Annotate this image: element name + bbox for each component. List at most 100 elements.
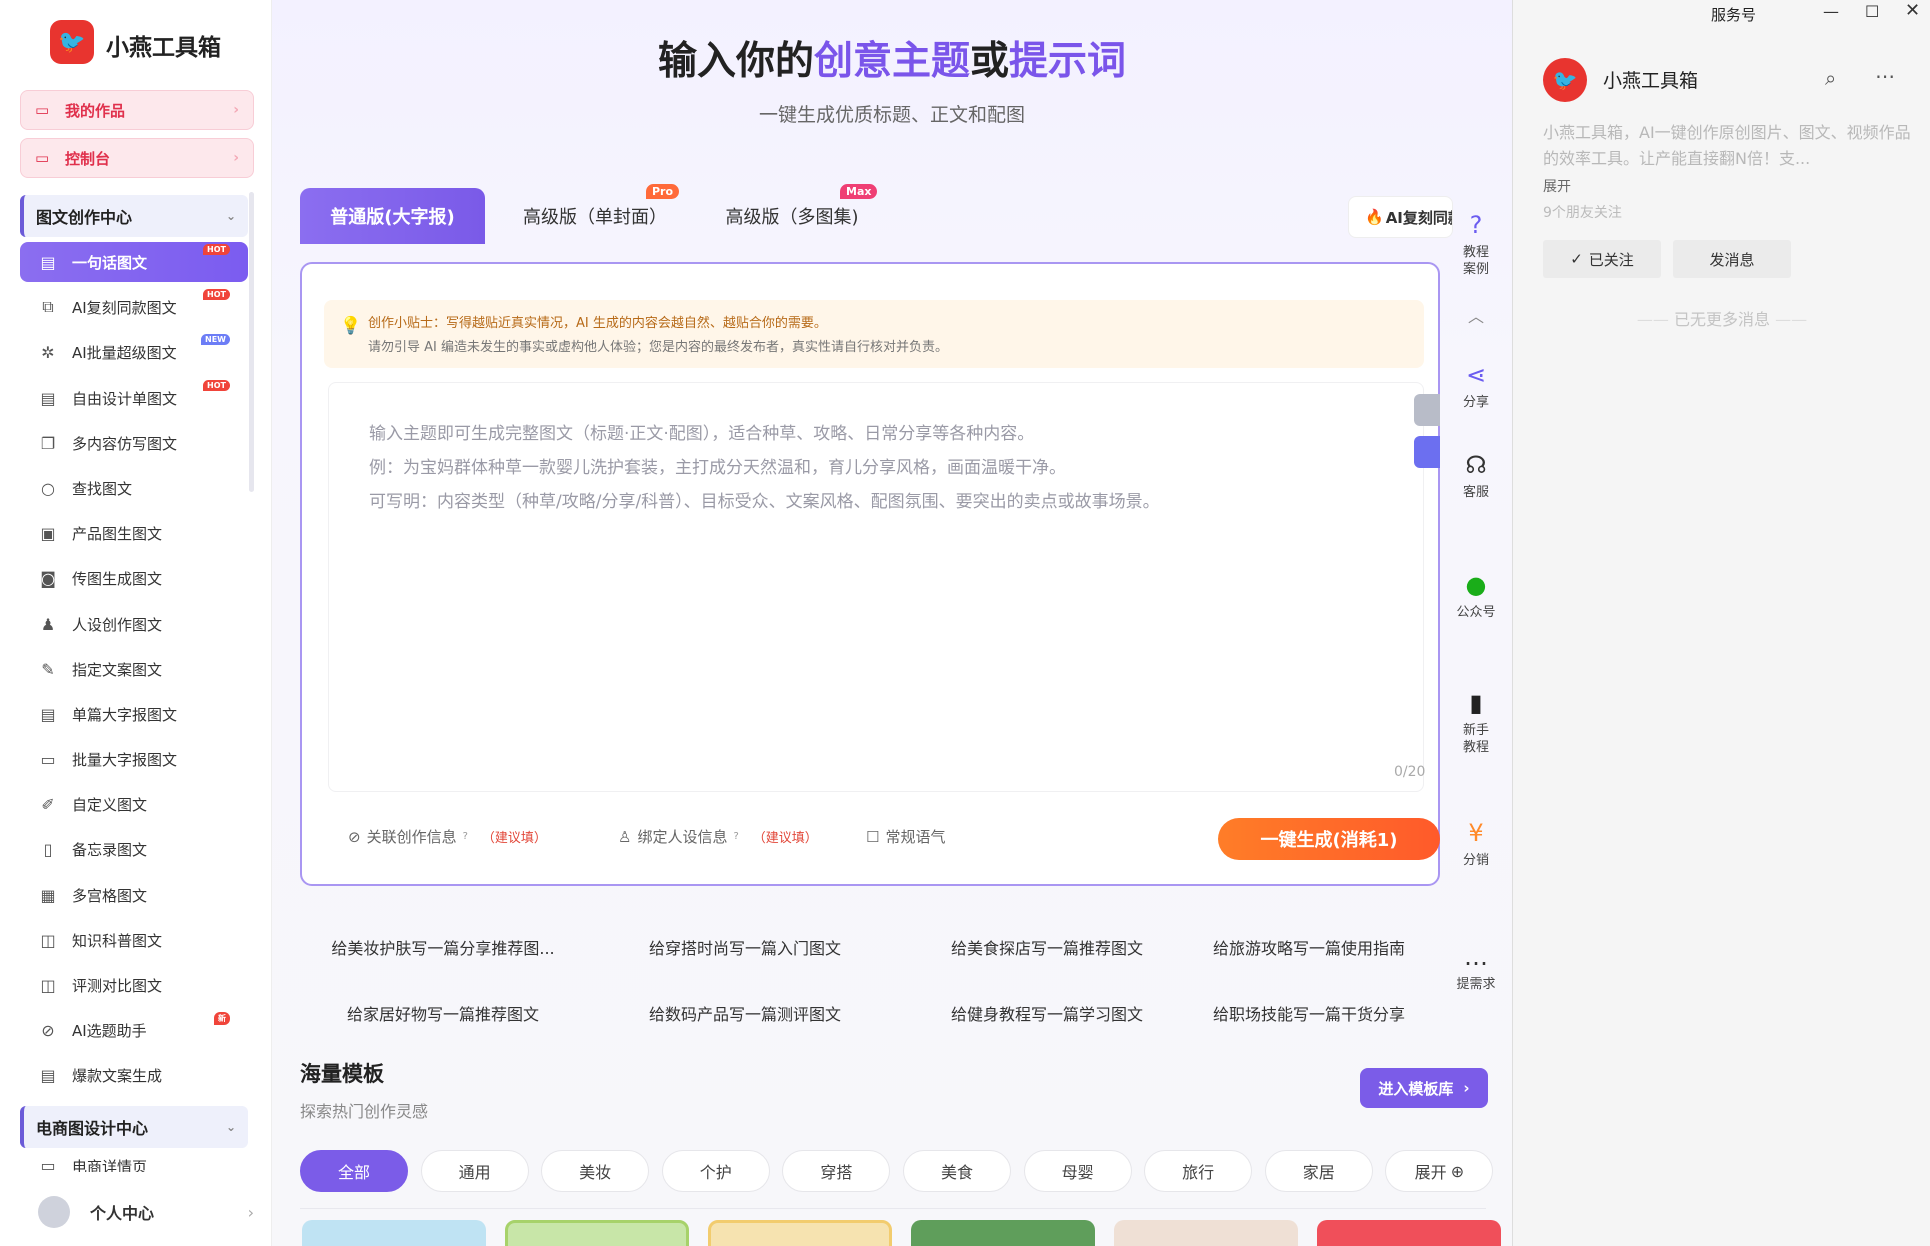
my-works-button[interactable]: ▭ 我的作品 › <box>20 90 254 130</box>
sidebar-item[interactable]: ▯ 备忘录图文 <box>20 829 248 869</box>
link-info-option[interactable]: ⊘ 关联创作信息 ? （建议填） <box>348 826 547 847</box>
category-chip[interactable]: 美食 <box>903 1150 1011 1192</box>
sidebar-item[interactable]: ⊘ AI选题助手 新 <box>20 1010 248 1050</box>
category-chip[interactable]: 家居 <box>1264 1150 1373 1192</box>
search-icon[interactable]: ⌕ <box>1825 66 1836 90</box>
maximize-icon[interactable]: ☐ <box>1865 2 1879 21</box>
tone-option[interactable]: ☐ 常规语气 <box>866 826 945 847</box>
category-chip[interactable]: 母婴 <box>1023 1150 1132 1192</box>
persona-option[interactable]: ♙ 绑定人设信息 ? （建议填） <box>618 826 818 847</box>
side-tool-button[interactable] <box>1414 394 1440 426</box>
sidebar-item-ecom-detail[interactable]: ▭ 电商详情页 <box>20 1156 248 1172</box>
sidebar-item[interactable]: ◫ 知识科普图文 <box>20 920 248 960</box>
followed-button[interactable]: ✓ 已关注 <box>1543 240 1661 278</box>
suggestion-chip[interactable]: 给职场技能写一篇干货分享 <box>1206 986 1412 1040</box>
item-badge: 新 <box>214 1012 230 1025</box>
rail-item[interactable]: ● 公众号 <box>1440 570 1512 621</box>
template-card[interactable] <box>1114 1220 1298 1246</box>
sidebar-item[interactable]: ○ 查找图文 <box>20 468 248 508</box>
send-message-button[interactable]: 发消息 <box>1673 240 1791 278</box>
template-card[interactable] <box>302 1220 486 1246</box>
lightbulb-icon: 💡 <box>340 316 362 336</box>
rail-label: 分享 <box>1462 395 1489 410</box>
enter-templates-button[interactable]: 进入模板库 › <box>1360 1068 1488 1108</box>
suggestion-chip[interactable]: 给穿搭时尚写一篇入门图文 <box>602 920 888 974</box>
divider <box>300 1208 1486 1209</box>
suggestion-chip[interactable]: 给数码产品写一篇测评图文 <box>602 986 888 1040</box>
option-label: 绑定人设信息 <box>637 828 728 846</box>
sidebar-item[interactable]: ▤ 自由设计单图文 HOT <box>20 378 248 418</box>
my-works-label: 我的作品 <box>65 101 126 120</box>
console-label: 控制台 <box>65 149 111 168</box>
rail-item[interactable]: ? 教程 案例 <box>1440 210 1512 278</box>
sidebar-item[interactable]: ✲ AI批量超级图文 NEW <box>20 332 248 372</box>
info-icon: ? <box>733 831 739 842</box>
ai-copy-button[interactable]: 🔥 AI复刻同款 <box>1348 196 1453 238</box>
template-card[interactable] <box>1317 1220 1501 1246</box>
section-ecom-center[interactable]: 电商图设计中心 ⌄ <box>20 1106 248 1148</box>
section-graphic-center[interactable]: 图文创作中心 ⌄ <box>20 195 248 237</box>
collapse-up-icon[interactable]: ︿ <box>1440 308 1512 325</box>
sidebar-item-label: 自由设计单图文 <box>72 389 178 408</box>
sidebar-item[interactable]: ◫ 评测对比图文 <box>20 965 248 1005</box>
sidebar-item[interactable]: ▤ 一句话图文 HOT <box>20 242 248 282</box>
money-icon: ¥ <box>1468 819 1484 847</box>
console-button[interactable]: ▭ 控制台 › <box>20 138 254 178</box>
suggestion-chip[interactable]: 给家居好物写一篇推荐图文 <box>300 986 586 1040</box>
rail-item[interactable]: ⋖ 分享 <box>1440 360 1512 411</box>
tab-pro[interactable]: 高级版（单封面） Pro <box>500 184 690 244</box>
sidebar-item[interactable]: ▦ 多宫格图文 <box>20 875 248 915</box>
tab-max[interactable]: 高级版（多图集) Max <box>712 184 878 244</box>
rail-item[interactable]: … 提需求 <box>1440 942 1512 993</box>
more-icon[interactable]: ⋯ <box>1875 64 1895 88</box>
tip-line-1: 创作小贴士：写得越贴近真实情况，AI 生成的内容会越自然、越贴合你的需要。 <box>368 316 827 331</box>
sidebar-item[interactable]: ▣ 产品图生图文 <box>20 513 248 553</box>
side-tool-button[interactable] <box>1414 436 1440 468</box>
category-chip[interactable]: 美妆 <box>541 1150 650 1192</box>
template-card[interactable] <box>505 1220 689 1246</box>
category-chip[interactable]: 个护 <box>661 1150 770 1192</box>
sidebar-item[interactable]: ⧉ AI复刻同款图文 HOT <box>20 287 248 327</box>
template-card[interactable] <box>708 1220 892 1246</box>
suggestion-chip[interactable]: 给健身教程写一篇学习图文 <box>904 986 1190 1040</box>
rail-item[interactable]: ☊ 客服 <box>1440 450 1512 501</box>
category-chip[interactable]: 全部 <box>300 1150 408 1192</box>
rail-item[interactable]: ¥ 分销 <box>1440 818 1512 869</box>
suggestion-chip[interactable]: 给美妆护肤写一篇分享推荐图... <box>300 920 586 974</box>
sidebar-item[interactable]: ▤ 爆款文案生成 <box>20 1055 248 1095</box>
suggestion-chip[interactable]: 给美食探店写一篇推荐图文 <box>904 920 1190 974</box>
suggestion-chip[interactable]: 给旅游攻略写一篇使用指南 <box>1206 920 1412 974</box>
category-chip[interactable]: 旅行 <box>1144 1150 1253 1192</box>
no-more-messages: —— 已无更多消息 —— <box>1636 310 1808 329</box>
close-icon[interactable]: ✕ <box>1905 0 1920 21</box>
person-icon: ♙ <box>618 827 632 846</box>
sidebar-item[interactable]: ▭ 批量大字报图文 <box>20 739 248 779</box>
tab-basic[interactable]: 普通版(大字报) <box>300 188 485 244</box>
sidebar-item[interactable]: ▤ 单篇大字报图文 <box>20 694 248 734</box>
category-chip[interactable]: 通用 <box>420 1150 529 1192</box>
sidebar-item[interactable]: ❐ 多内容仿写图文 <box>20 423 248 463</box>
floating-tool-rail: ︿ ? 教程 案例 ⋖ 分享 ☊ 客服 ● 公众号 ▮ 新手 教程 ¥ 分销 … 提需求 <box>1440 190 1512 1030</box>
prompt-textarea[interactable]: 输入主题即可生成完整图文（标题·正文·配图），适合种草、攻略、日常分享等各种内容… <box>328 382 1424 792</box>
avatar <box>38 1196 70 1228</box>
minimize-icon[interactable]: — <box>1823 2 1839 21</box>
rail-item[interactable]: ▮ 新手 教程 <box>1440 688 1512 756</box>
category-chip[interactable]: 展开 ⊕ <box>1385 1150 1494 1192</box>
template-card[interactable] <box>911 1220 1095 1246</box>
sidebar-item[interactable]: ✎ 指定文案图文 <box>20 649 248 689</box>
tip-line-2: 请勿引导 AI 编造未发生的事实或虚构他人体验；您是内容的最终发布者，真实性请自… <box>368 340 948 355</box>
user-center-button[interactable]: 个人中心 › <box>20 1190 254 1234</box>
official-account-avatar[interactable]: 🐦 <box>1543 58 1587 102</box>
sidebar-item[interactable]: ◙ 传图生成图文 <box>20 558 248 598</box>
expand-link[interactable]: 展开 <box>1543 176 1571 196</box>
item-badge: HOT <box>203 380 230 391</box>
sidebar-item[interactable]: ✐ 自定义图文 <box>20 784 248 824</box>
generate-button[interactable]: 一键生成(消耗1) <box>1218 818 1440 860</box>
files-icon: ❐ <box>40 433 56 453</box>
sidebar-item[interactable]: ♟ 人设创作图文 <box>20 604 248 644</box>
sidebar-item-label: 批量大字报图文 <box>72 750 178 769</box>
sidebar-scrollbar[interactable] <box>249 192 254 492</box>
pen-icon: ✐ <box>41 794 55 814</box>
sidebar-item-label: 多内容仿写图文 <box>72 434 178 453</box>
category-chip[interactable]: 穿搭 <box>782 1150 891 1192</box>
